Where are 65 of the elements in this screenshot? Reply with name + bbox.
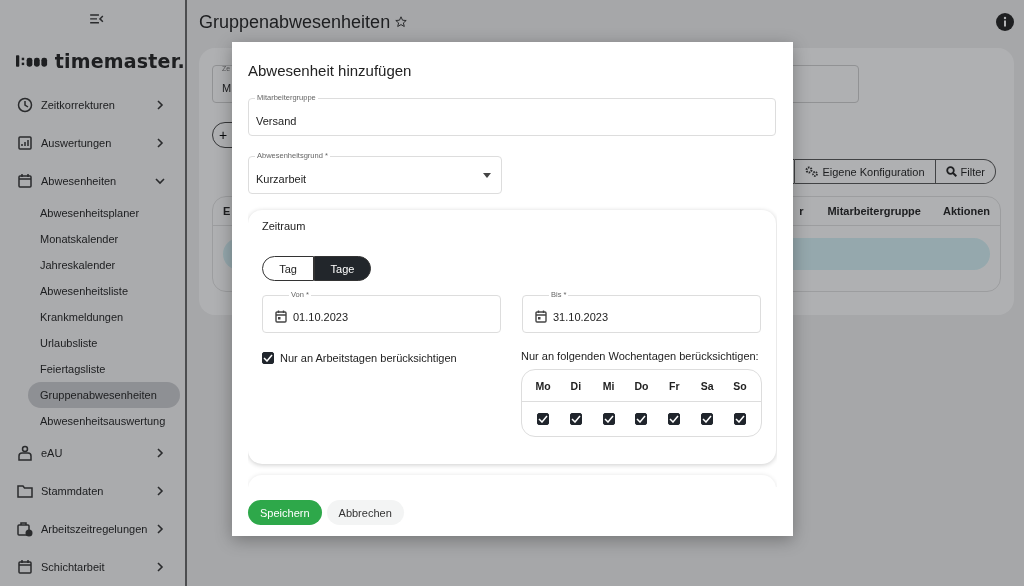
checkbox[interactable] (668, 413, 681, 425)
person-icon (17, 444, 33, 461)
toggle-option[interactable]: Tag (262, 256, 314, 281)
field-value: Kurzarbeit (256, 173, 307, 185)
nav-subitem[interactable]: Gruppenabwesenheiten (28, 381, 180, 408)
nav-subitem[interactable]: Abwesenheitsplaner (28, 199, 180, 226)
star-icon[interactable] (395, 16, 408, 28)
logo-icon (16, 53, 49, 68)
weekdays-label: Nur an folgenden Wochentagen berücksichtigen: (521, 350, 760, 364)
filter-button[interactable]: Filter (935, 159, 996, 184)
weekday-header: Mo (535, 379, 551, 392)
nav-item[interactable]: eAU (0, 433, 185, 472)
nav-subitem[interactable]: Feiertagsliste (28, 355, 180, 382)
weekday-header: Sa (700, 379, 714, 392)
nav-item[interactable]: Abwesenheiten (0, 161, 185, 200)
calendar-icon (17, 172, 33, 189)
folder-icon (17, 482, 33, 499)
column-header: r (799, 205, 804, 217)
calendar-icon (275, 309, 287, 323)
weekday-header: Mi (602, 379, 615, 392)
nav-subitem[interactable]: Monatskalender (28, 225, 180, 252)
nav-item[interactable]: Auswertungen (0, 123, 185, 162)
checkbox[interactable] (733, 413, 746, 425)
weekday-header: Di (570, 379, 582, 392)
nav-subitem[interactable]: Abwesenheitsliste (28, 277, 180, 304)
checkbox-label: Nur an Arbeitstagen berücksichtigen (280, 352, 457, 364)
dialog-title: Abwesenheit hinzufügen (248, 62, 413, 81)
search-icon (945, 166, 957, 177)
checkbox[interactable] (262, 352, 274, 364)
nav-item[interactable]: Schichtarbeit (0, 547, 185, 586)
toggle-option[interactable]: Tage (314, 256, 371, 281)
calendar-icon (535, 309, 547, 323)
column-header: Mitarbeitergruppe (827, 205, 921, 217)
nav-subitem[interactable]: Jahreskalender (28, 251, 180, 278)
field-value: 01.10.2023 (293, 311, 349, 323)
configuration-button[interactable]: Eigene Konfiguration (795, 159, 936, 184)
checkbox[interactable] (701, 413, 714, 425)
page-title: Gruppenabwesenheiten (199, 11, 391, 33)
briefcase-clock-icon (17, 520, 33, 537)
weekday-header: Fr (669, 379, 680, 392)
checkbox[interactable] (569, 413, 582, 425)
info-icon[interactable] (996, 13, 1014, 31)
field-value: Versand (256, 115, 297, 127)
checkbox[interactable] (537, 413, 549, 425)
nav-item[interactable]: Stammdaten (0, 471, 185, 510)
nav-subitem[interactable]: Urlaubsliste (28, 329, 180, 356)
clock-icon (17, 96, 33, 113)
nav-subitem[interactable]: Krankmeldungen (28, 303, 180, 330)
cancel-button[interactable]: Abbrechen (326, 500, 404, 525)
logo-text: timemaster. (54, 49, 185, 72)
weekday-header: So (733, 379, 747, 392)
checkbox[interactable] (602, 413, 615, 425)
collapse-menu-icon[interactable] (89, 14, 104, 24)
weekday-header: Do (634, 379, 649, 392)
column-header: Aktionen (942, 205, 990, 217)
nav-item[interactable]: Zeitkorrekturen (0, 85, 185, 124)
chart-icon (17, 134, 33, 151)
column-header: E (223, 205, 231, 217)
caret-icon (483, 173, 491, 178)
field-value: 31.10.2023 (553, 311, 609, 323)
field-value: M (222, 82, 232, 94)
nav-item[interactable]: Arbeitszeitregelungen (0, 509, 185, 548)
checkbox[interactable] (635, 413, 648, 425)
nav-subitem[interactable]: Abwesenheitsauswertung (28, 407, 180, 434)
section-title: Zeitraum (262, 220, 307, 232)
